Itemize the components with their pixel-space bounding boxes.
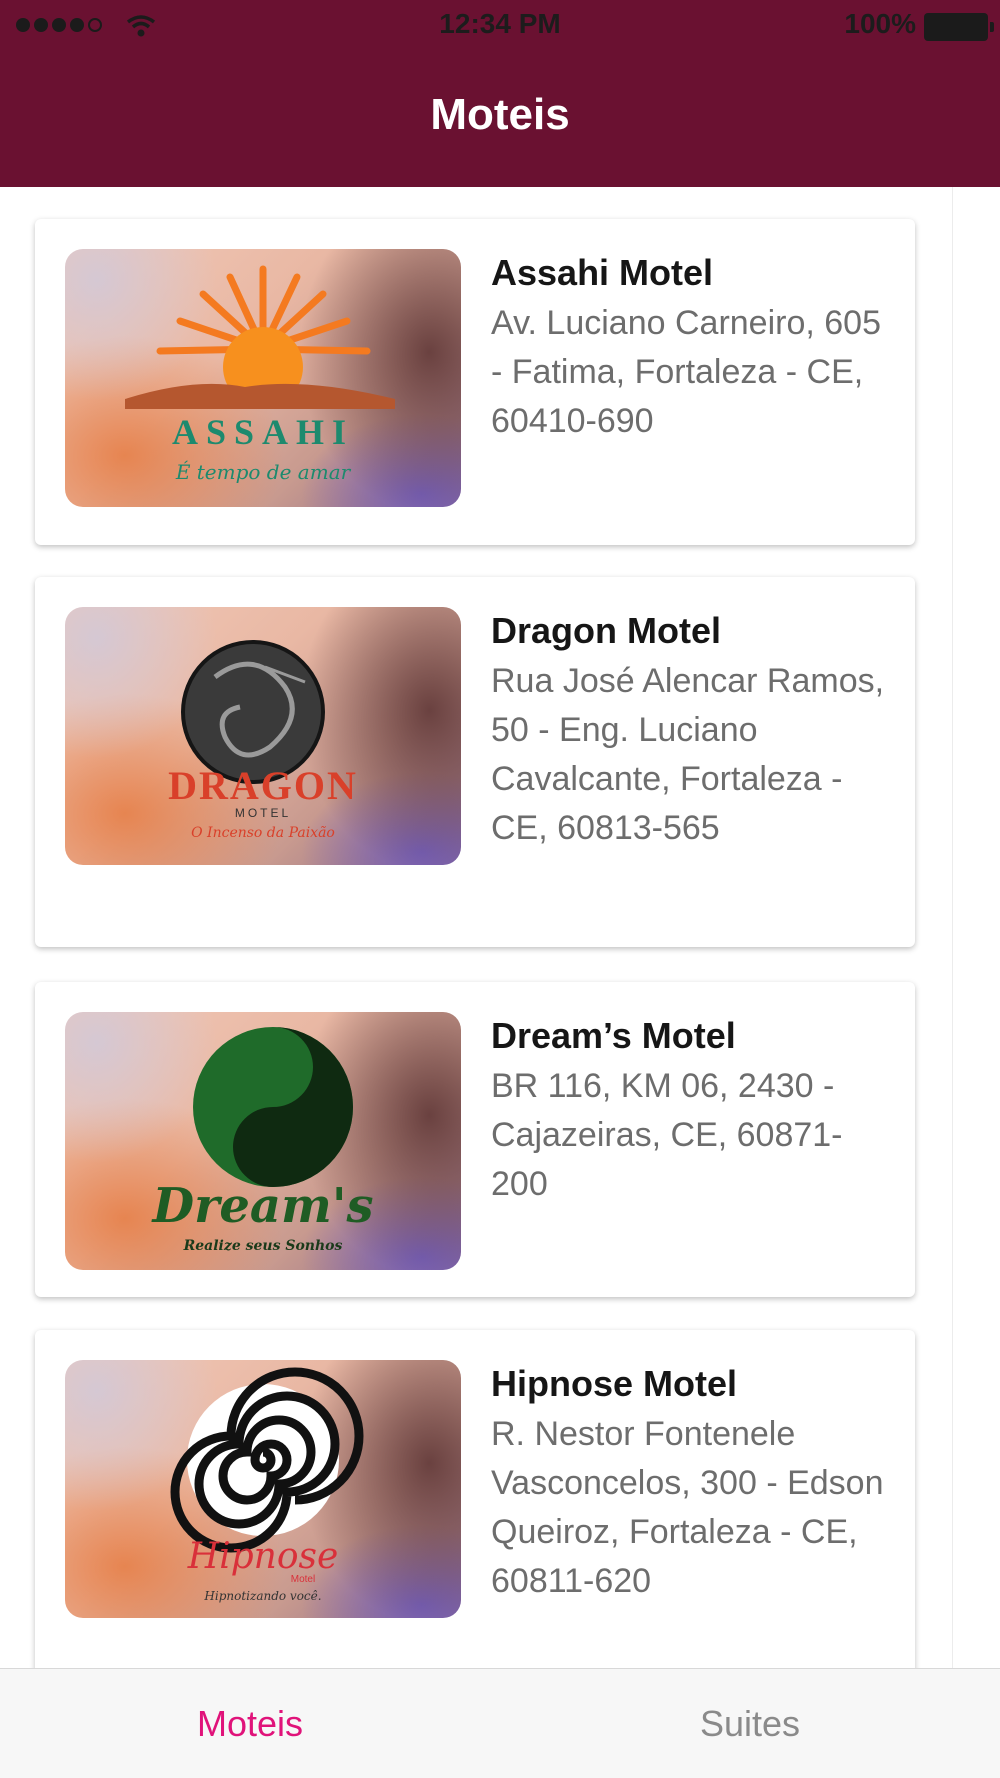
scroll-track <box>952 187 1000 1668</box>
dragon-logo-subtext: MOTEL <box>235 806 291 820</box>
hipnose-logo-image: Hipnose Motel Hipnotizando você. <box>65 1360 461 1618</box>
motel-card-dreams[interactable]: Dream's Realize seus Sonhos Dream’s Mote… <box>35 982 915 1297</box>
hipnose-logo-subtext: Motel <box>291 1574 315 1585</box>
motel-card-dragon[interactable]: DRAGON MOTEL O Incenso da Paixão Dragon … <box>35 577 915 947</box>
motel-name: Dragon Motel <box>491 610 721 651</box>
tab-moteis[interactable]: Moteis <box>0 1669 500 1778</box>
dreams-logo-image: Dream's Realize seus Sonhos <box>65 1012 461 1270</box>
dragon-logo-text: DRAGON <box>168 763 358 808</box>
tab-bar: Moteis Suites <box>0 1668 1000 1778</box>
motel-card-hipnose[interactable]: Hipnose Motel Hipnotizando você. Hipnose… <box>35 1330 915 1668</box>
motel-address: Av. Luciano Carneiro, 605 - Fatima, Fort… <box>491 304 881 440</box>
motel-name: Assahi Motel <box>491 252 714 293</box>
navigation-bar: Moteis <box>0 52 1000 187</box>
motel-name: Dream’s Motel <box>491 1015 736 1056</box>
assahi-logo-tagline: É tempo de amar <box>175 460 352 484</box>
tab-suites[interactable]: Suites <box>500 1669 1000 1778</box>
dreams-logo-text: Dream's <box>150 1178 373 1234</box>
assahi-logo-image: ASSAHI É tempo de amar <box>65 249 461 507</box>
motel-card-assahi[interactable]: ASSAHI É tempo de amar Assahi Motel Av. … <box>35 219 915 545</box>
motel-address: R. Nestor Fontenele Vasconcelos, 300 - E… <box>491 1415 884 1600</box>
motel-address: Rua José Alencar Ramos, 50 - Eng. Lucian… <box>491 662 885 847</box>
hipnose-logo-tagline: Hipnotizando você. <box>203 1589 321 1603</box>
status-bar: 12:34 PM 100% <box>0 0 1000 52</box>
motel-address: BR 116, KM 06, 2430 - Cajazeiras, CE, 60… <box>491 1067 843 1203</box>
page-title: Moteis <box>430 90 570 139</box>
assahi-logo-text: ASSAHI <box>172 412 354 452</box>
dragon-logo-image: DRAGON MOTEL O Incenso da Paixão <box>65 607 461 865</box>
battery-icon <box>924 13 994 41</box>
dragon-logo-tagline: O Incenso da Paixão <box>191 825 335 841</box>
motel-name: Hipnose Motel <box>491 1363 738 1404</box>
battery-percentage: 100% <box>844 8 916 39</box>
dreams-logo-tagline: Realize seus Sonhos <box>183 1238 343 1254</box>
hipnose-logo-text: Hipnose <box>187 1536 339 1577</box>
motel-list[interactable]: ASSAHI É tempo de amar Assahi Motel Av. … <box>0 187 1000 1668</box>
